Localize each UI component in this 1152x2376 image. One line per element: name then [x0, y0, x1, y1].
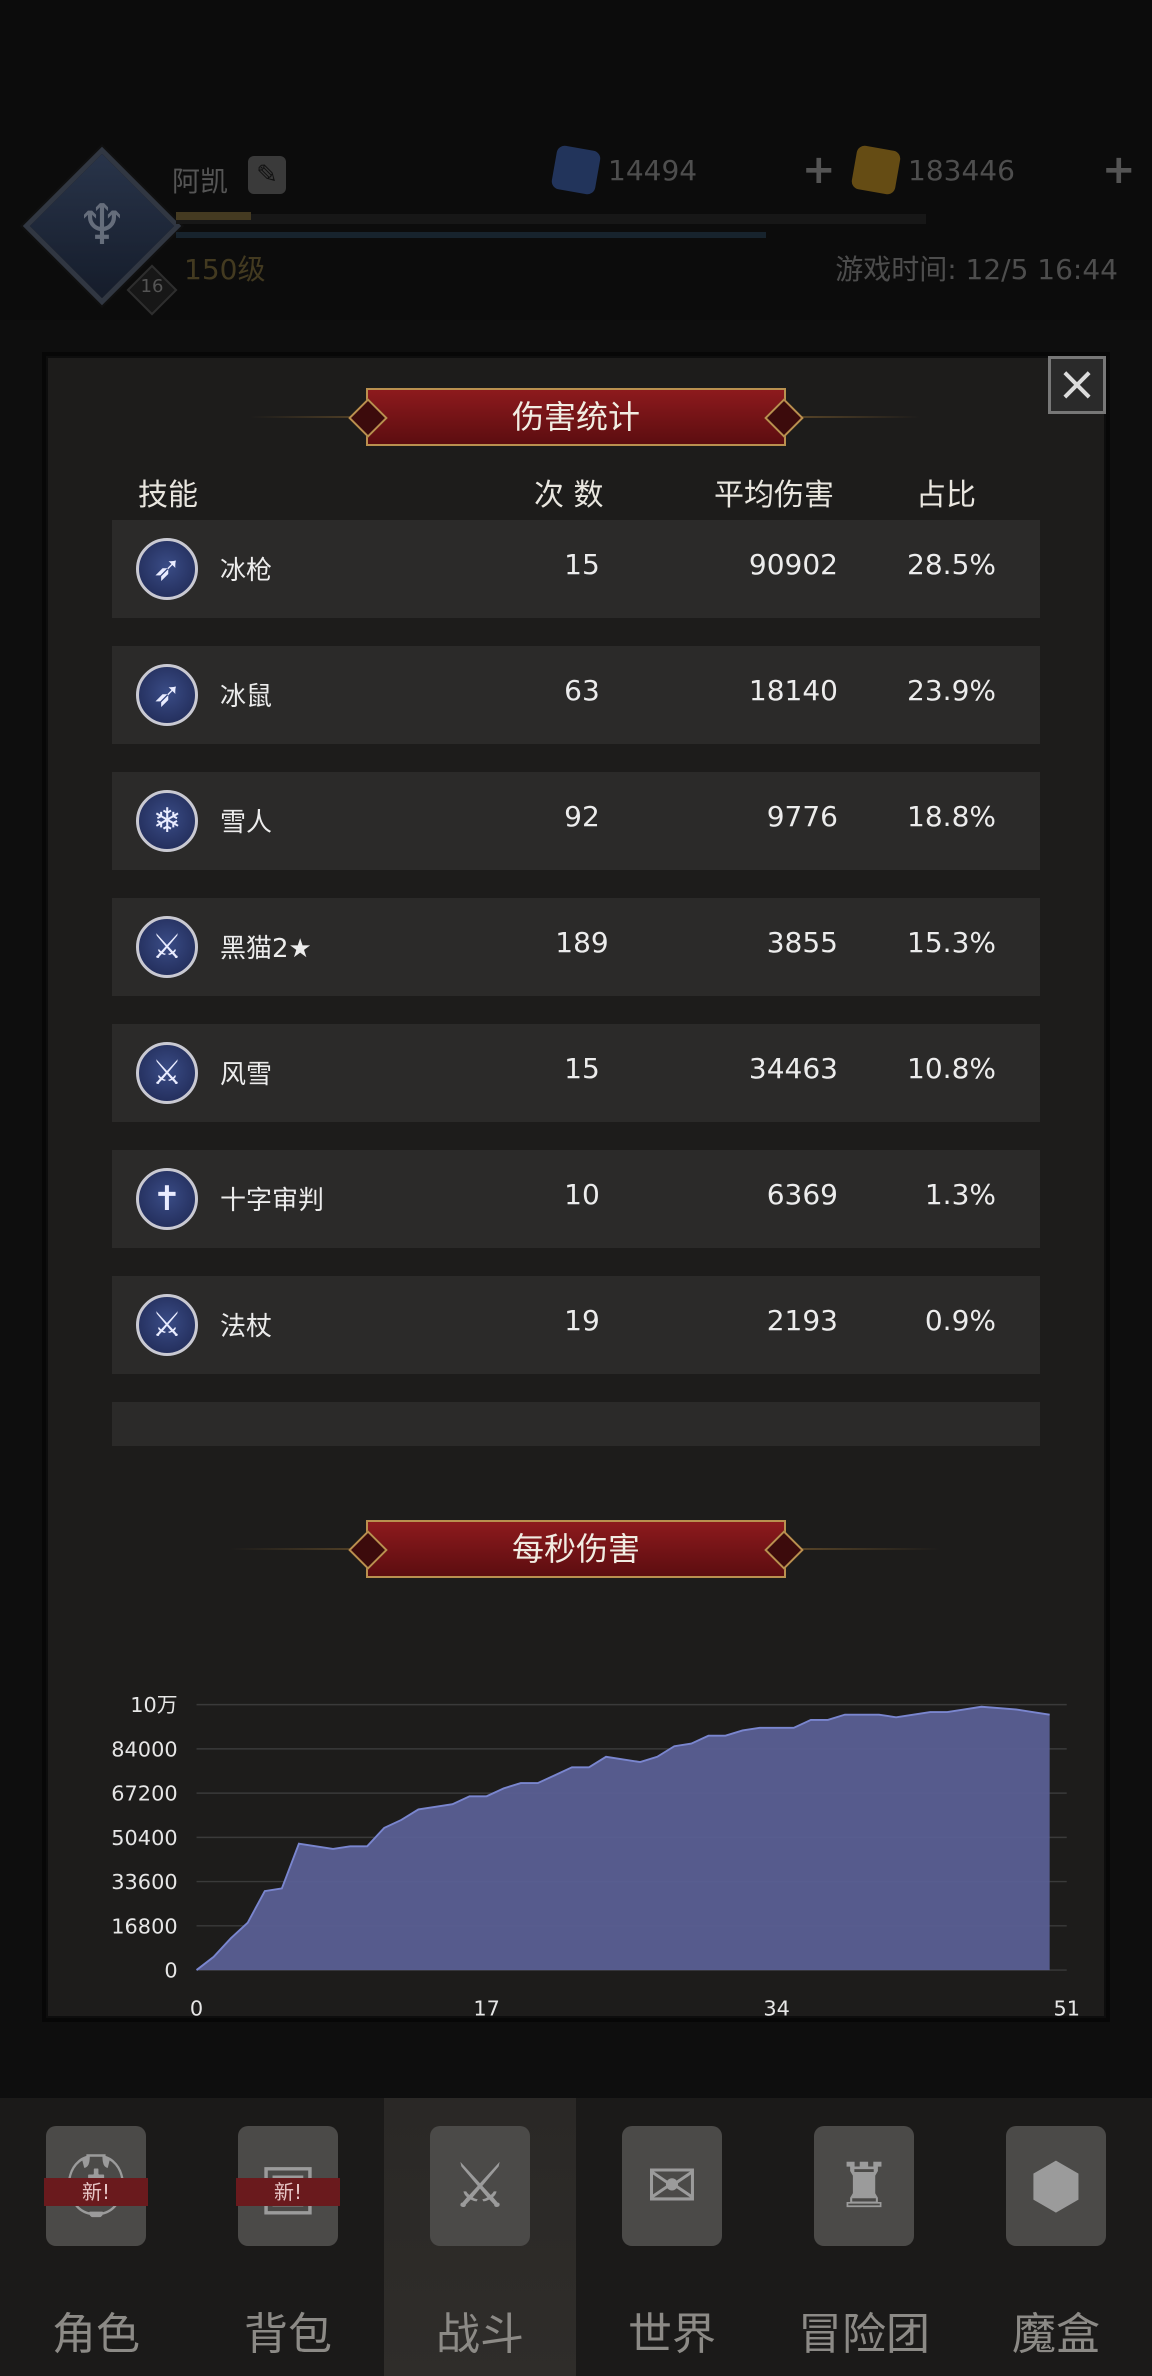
- y-tick-label: 84000: [111, 1737, 177, 1761]
- nav-item-world[interactable]: ✉ 世界: [576, 2098, 768, 2376]
- table-row[interactable]: ➶ 冰鼠 63 18140 23.9%: [112, 646, 1040, 744]
- table-row[interactable]: ⚔ 黑猫2★ 189 3855 15.3%: [112, 898, 1040, 996]
- table-row-partial[interactable]: [112, 1402, 1040, 1446]
- skill-avg-damage: 18140: [748, 674, 838, 707]
- skill-ratio: 1.3%: [924, 1178, 996, 1211]
- skill-ratio: 23.9%: [907, 674, 996, 707]
- nav-item-adventure-group[interactable]: ♜ 冒险团: [768, 2098, 960, 2376]
- x-tick-label: 51: [1053, 1997, 1080, 2021]
- nav-item-magic-box[interactable]: ⬢ 魔盒: [960, 2098, 1152, 2376]
- skill-count: 10: [564, 1178, 600, 1211]
- divider: [790, 1548, 940, 1550]
- table-row[interactable]: ✝ 十字审判 10 6369 1.3%: [112, 1150, 1040, 1248]
- table-row[interactable]: ⚔ 风雪 15 34463 10.8%: [112, 1024, 1040, 1122]
- skill-avg-damage: 90902: [748, 548, 838, 581]
- skill-ratio: 0.9%: [924, 1304, 996, 1337]
- skill-avg-damage: 3855: [766, 926, 838, 959]
- skill-name: 雪人: [220, 808, 273, 838]
- y-tick-label: 10万: [130, 1693, 177, 1717]
- nav-label: 魔盒: [1012, 2309, 1100, 2360]
- sword-icon: ⚔: [136, 1042, 198, 1104]
- skill-count: 15: [564, 1052, 600, 1085]
- y-tick-label: 50400: [111, 1826, 177, 1850]
- snowflake-icon: ❄: [136, 790, 198, 852]
- x-tick-label: 0: [190, 1997, 203, 2021]
- dps-title: 每秒伤害: [366, 1520, 786, 1578]
- bottom-nav: ⛑ 新! 角色 ▣ 新! 背包 ⚔ 战斗 ✉ 世界 ♜ 冒险团 ⬢ 魔盒: [0, 2098, 1152, 2376]
- sword-icon: ⚔: [136, 916, 198, 978]
- skill-damage-list[interactable]: ➶ 冰枪 15 90902 28.5% ➶ 冰鼠 63 18140 23.9% …: [112, 520, 1040, 1446]
- nav-label: 背包: [244, 2309, 332, 2360]
- sword-icon: ⚔: [136, 1294, 198, 1356]
- castle-icon: ♜: [814, 2126, 914, 2246]
- skill-avg-damage: 2193: [766, 1304, 838, 1337]
- dps-area: [196, 1706, 1050, 1971]
- y-tick-label: 33600: [111, 1870, 177, 1894]
- nav-item-character[interactable]: ⛑ 新! 角色: [0, 2098, 192, 2376]
- x-axis-ticks: 0 17 34 51: [190, 1997, 1080, 2021]
- nav-label: 战斗: [436, 2309, 524, 2360]
- column-header-avg: 平均伤害: [714, 478, 834, 513]
- nav-label: 世界: [628, 2309, 716, 2360]
- skill-count: 15: [564, 548, 600, 581]
- skill-ratio: 18.8%: [907, 800, 996, 833]
- table-row[interactable]: ❄ 雪人 92 9776 18.8%: [112, 772, 1040, 870]
- skill-avg-damage: 9776: [766, 800, 838, 833]
- nav-label: 冒险团: [798, 2309, 930, 2360]
- skill-name: 冰鼠: [220, 682, 273, 712]
- nav-label: 角色: [52, 2309, 140, 2360]
- y-tick-label: 0: [164, 1959, 177, 1983]
- skill-name: 十字审判: [220, 1186, 325, 1216]
- magic-cube-icon: ⬢: [1006, 2126, 1106, 2246]
- new-badge: 新!: [44, 2178, 148, 2206]
- nav-item-battle[interactable]: ⚔ 战斗: [384, 2098, 576, 2376]
- close-button[interactable]: ×: [1048, 356, 1106, 414]
- y-tick-label: 16800: [111, 1914, 177, 1938]
- x-tick-label: 34: [763, 1997, 790, 2021]
- skill-count: 189: [555, 926, 609, 959]
- skill-ratio: 15.3%: [907, 926, 996, 959]
- divider: [790, 416, 920, 418]
- banner-cross-icon: ✝: [136, 1168, 198, 1230]
- y-tick-label: 67200: [111, 1782, 177, 1806]
- skill-name: 黑猫2★: [220, 934, 312, 964]
- skill-ratio: 10.8%: [907, 1052, 996, 1085]
- column-header-count: 次 数: [534, 478, 604, 513]
- shield-sword-icon: ⚔: [430, 2126, 530, 2246]
- arrows-icon: ➶: [136, 538, 198, 600]
- nav-item-backpack[interactable]: ▣ 新! 背包: [192, 2098, 384, 2376]
- skill-ratio: 28.5%: [907, 548, 996, 581]
- skill-avg-damage: 34463: [748, 1052, 838, 1085]
- skill-count: 92: [564, 800, 600, 833]
- skill-avg-damage: 6369: [766, 1178, 838, 1211]
- skill-name: 法杖: [220, 1312, 273, 1342]
- dps-chart: 0 16800 33600 50400 67200 84000 10万 0 17 34 51: [111, 1693, 1080, 2021]
- skill-name: 风雪: [220, 1060, 273, 1090]
- x-tick-label: 17: [473, 1997, 500, 2021]
- table-row[interactable]: ⚔ 法杖 19 2193 0.9%: [112, 1276, 1040, 1374]
- skill-count: 63: [564, 674, 600, 707]
- arrows-icon: ➶: [136, 664, 198, 726]
- damage-stats-title: 伤害统计: [366, 388, 786, 446]
- table-row[interactable]: ➶ 冰枪 15 90902 28.5%: [112, 520, 1040, 618]
- column-header-skill: 技能: [138, 478, 198, 513]
- column-header-ratio: 占比: [916, 478, 976, 513]
- skill-count: 19: [564, 1304, 600, 1337]
- map-scroll-icon: ✉: [622, 2126, 722, 2246]
- new-badge: 新!: [236, 2178, 340, 2206]
- skill-name: 冰枪: [220, 556, 273, 586]
